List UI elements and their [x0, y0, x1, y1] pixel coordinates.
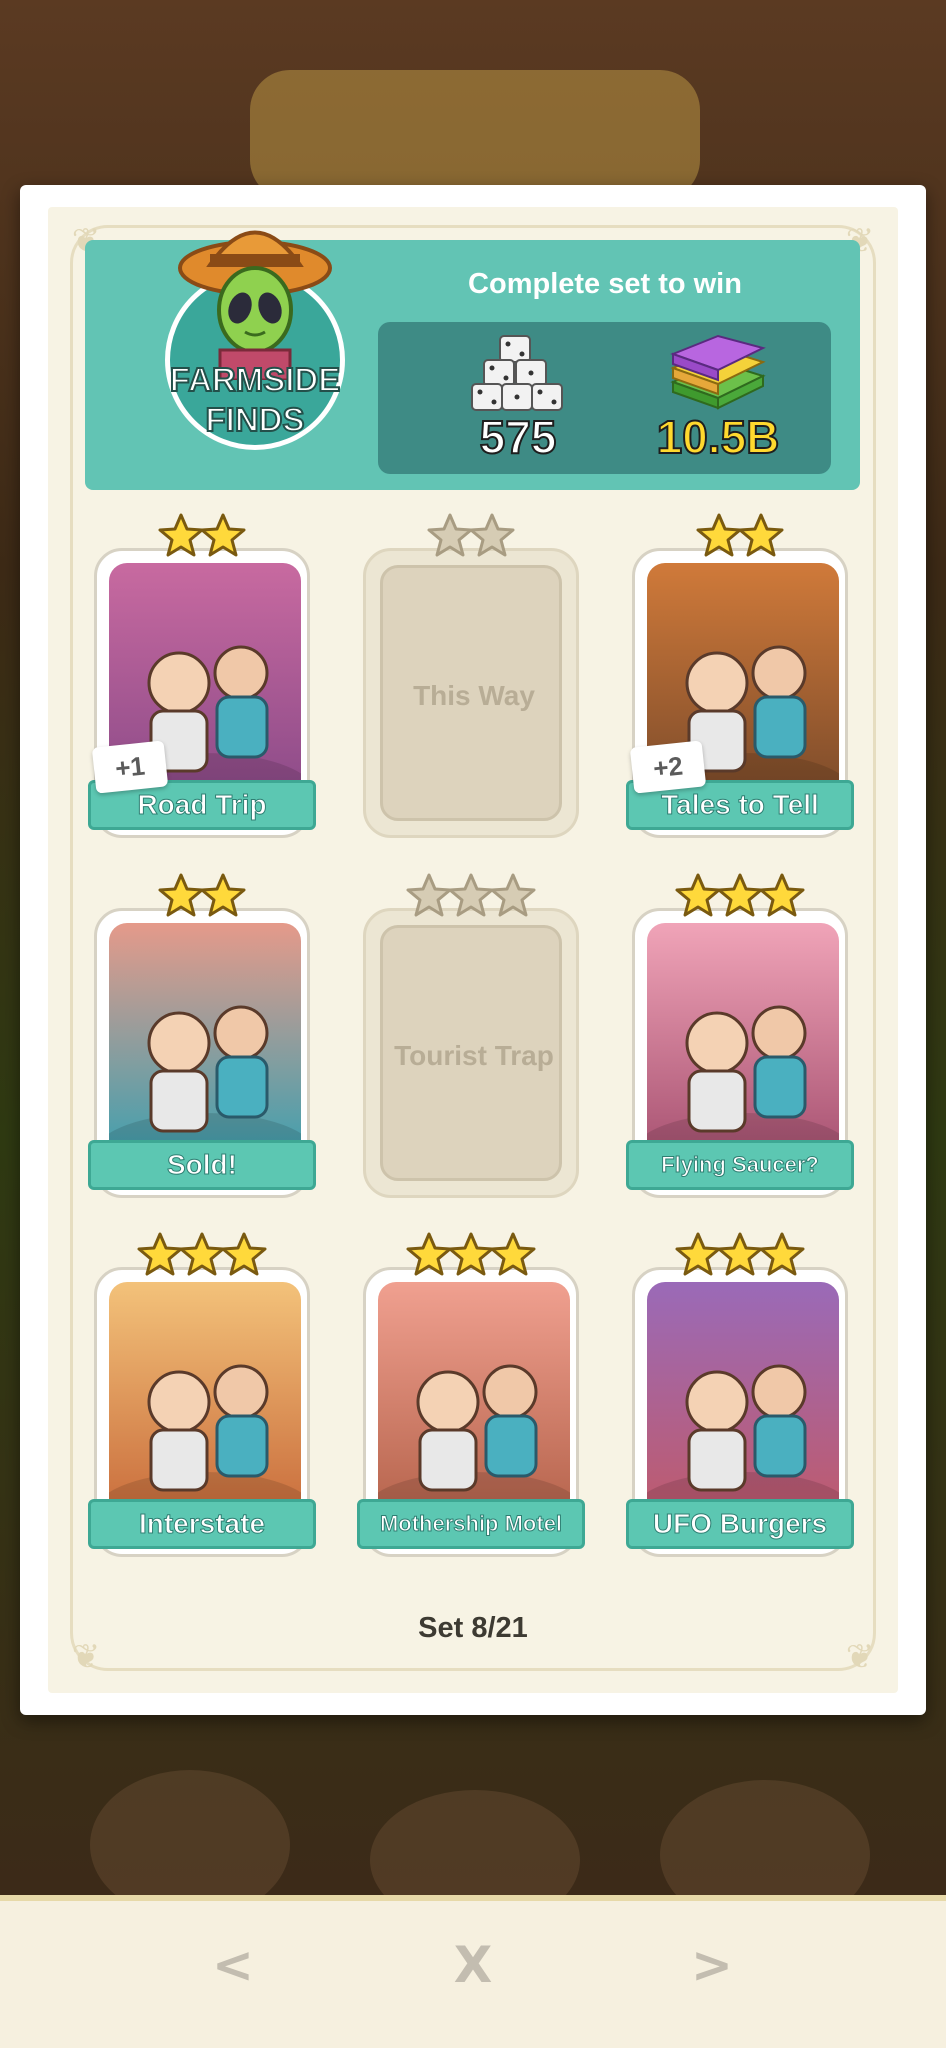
- dice-reward: 575: [418, 332, 618, 464]
- card-title: Flying Saucer?: [626, 1140, 854, 1190]
- set-name-line2: FINDS: [205, 400, 306, 439]
- card-artwork: [647, 923, 839, 1163]
- card-artwork: [109, 1282, 301, 1522]
- card-stars: [88, 872, 316, 922]
- duplicate-count-badge: +1: [91, 740, 169, 794]
- star-icon: [490, 1232, 536, 1276]
- card-mothership-motel[interactable]: Mothership Motel: [357, 1232, 585, 1573]
- cash-reward-value: 10.5B: [656, 411, 781, 463]
- star-icon: [759, 873, 805, 917]
- set-name: FARMSIDE FINDS: [140, 360, 370, 440]
- star-icon: [200, 513, 246, 557]
- alien-scarecrow-icon: [178, 230, 332, 380]
- star-icon: [200, 873, 246, 917]
- star-icon: [448, 1232, 494, 1276]
- card-tales-to-tell[interactable]: Tales to Tell +2: [626, 513, 854, 854]
- card-stars: [626, 1231, 854, 1281]
- dice-reward-value: 575: [479, 411, 558, 463]
- card-title: UFO Burgers: [626, 1499, 854, 1549]
- locked-card-slot: This Way: [380, 565, 562, 821]
- card-this-way[interactable]: This Way: [357, 513, 585, 854]
- star-icon: [406, 873, 452, 917]
- header-title: Complete set to win: [468, 268, 742, 300]
- star-icon: [696, 513, 742, 557]
- star-icon: [158, 873, 204, 917]
- card-stars: [626, 512, 854, 562]
- star-icon: [179, 1232, 225, 1276]
- card-artwork: [109, 923, 301, 1163]
- card-stars: [626, 872, 854, 922]
- locked-card-title: Tourist Trap: [394, 1040, 554, 1071]
- card-artwork: [647, 1282, 839, 1522]
- card-title: Sold!: [88, 1140, 316, 1190]
- card-road-trip[interactable]: Road Trip +1: [88, 513, 316, 854]
- star-icon: [738, 513, 784, 557]
- star-icon: [717, 1232, 763, 1276]
- locked-card-title: This Way: [413, 680, 535, 711]
- card-title: Mothership Motel: [357, 1499, 585, 1549]
- duplicate-count-badge: +2: [629, 740, 707, 794]
- star-icon: [717, 873, 763, 917]
- locked-card-slot: Tourist Trap: [380, 925, 562, 1181]
- previous-set-button[interactable]: <: [203, 1935, 263, 1995]
- star-icon: [427, 513, 473, 557]
- close-button[interactable]: X: [443, 1935, 503, 1995]
- dice-stack-icon: [471, 335, 563, 411]
- reward-box: 575 10.5B: [378, 322, 831, 474]
- star-icon: [221, 1232, 267, 1276]
- card-sold[interactable]: Sold!: [88, 873, 316, 1214]
- card-title: Interstate: [88, 1499, 316, 1549]
- star-icon: [448, 873, 494, 917]
- star-icon: [406, 1232, 452, 1276]
- card-artwork: [378, 1282, 570, 1522]
- set-progress: Set 8/21: [418, 1612, 528, 1644]
- set-name-line1: FARMSIDE: [169, 360, 342, 399]
- card-stars: [357, 872, 585, 922]
- card-stars: [357, 512, 585, 562]
- next-set-button[interactable]: >: [682, 1935, 742, 1995]
- card-stars: [88, 512, 316, 562]
- set-badge: FARMSIDE FINDS: [140, 210, 350, 460]
- card-interstate[interactable]: Interstate: [88, 1232, 316, 1573]
- star-icon: [675, 873, 721, 917]
- event-banner: [250, 70, 700, 200]
- cash-stack-icon: [670, 334, 766, 410]
- card-frame: This Way: [363, 548, 579, 838]
- star-icon: [675, 1232, 721, 1276]
- star-icon: [759, 1232, 805, 1276]
- card-stars: [357, 1231, 585, 1281]
- star-icon: [469, 513, 515, 557]
- card-ufo-burgers[interactable]: UFO Burgers: [626, 1232, 854, 1573]
- card-tourist-trap[interactable]: Tourist Trap: [357, 873, 585, 1214]
- card-frame: Tourist Trap: [363, 908, 579, 1198]
- star-icon: [137, 1232, 183, 1276]
- star-icon: [490, 873, 536, 917]
- card-stars: [88, 1231, 316, 1281]
- card-flying-saucer[interactable]: Flying Saucer?: [626, 873, 854, 1214]
- star-icon: [158, 513, 204, 557]
- cash-reward: 10.5B: [618, 332, 818, 464]
- set-header: Complete set to win FARMSIDE FINDS 575 1…: [85, 230, 860, 490]
